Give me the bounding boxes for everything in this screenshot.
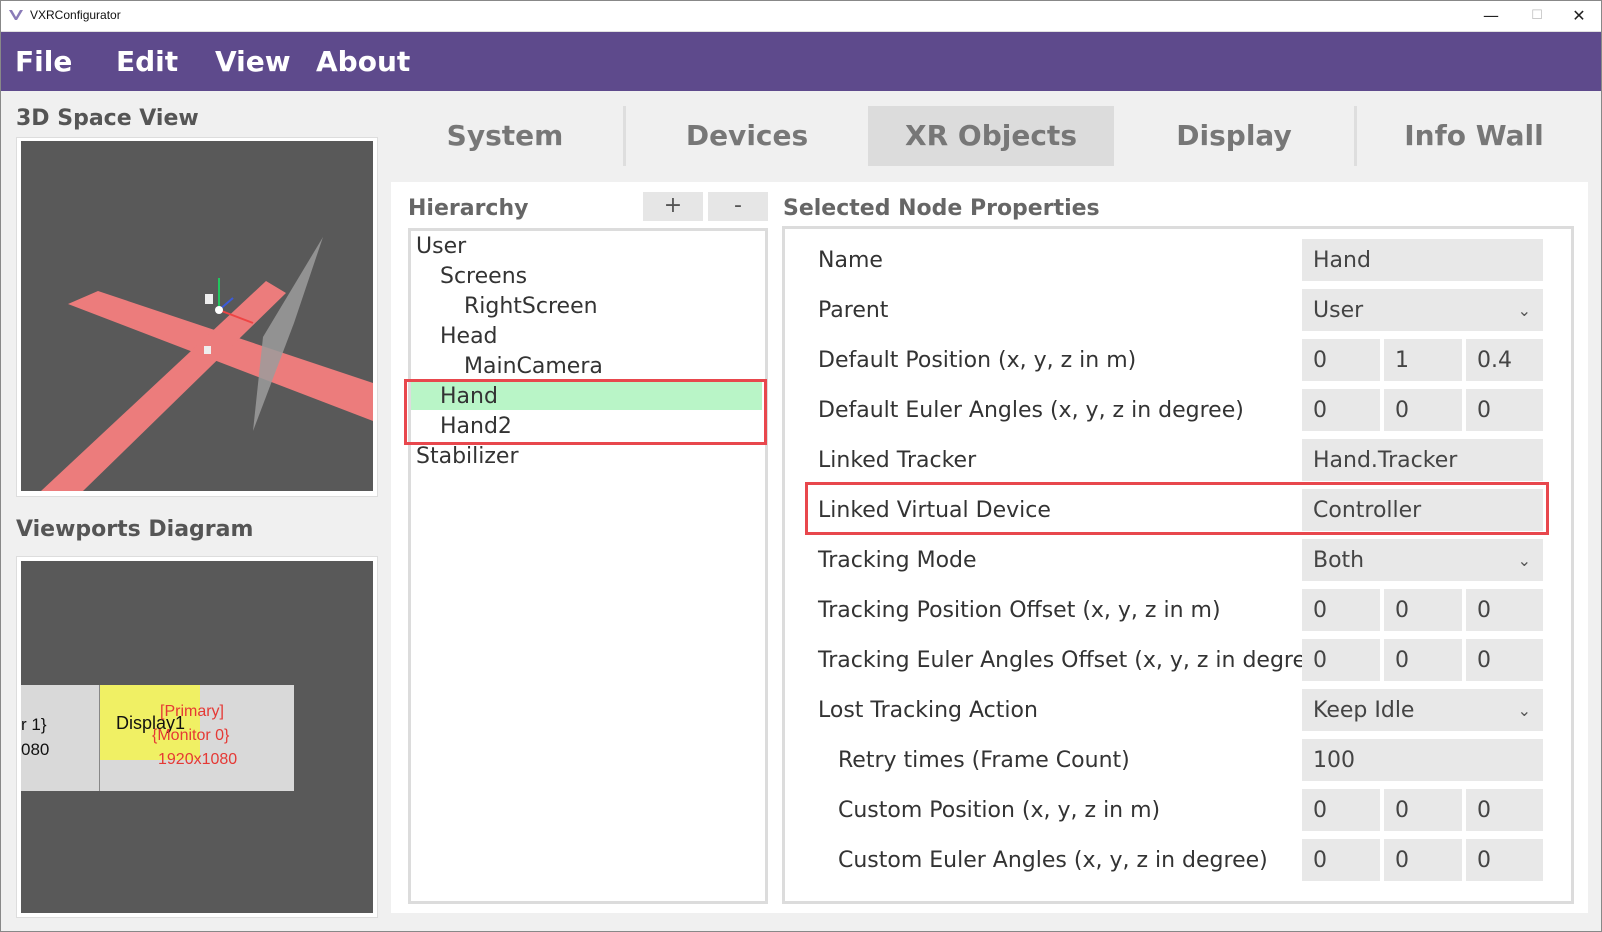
tracking-euler-offset-y[interactable]: 0 xyxy=(1384,639,1462,681)
hand-annotation-box xyxy=(404,379,767,445)
viewports-label: Viewports Diagram xyxy=(16,517,254,542)
custom-position-y[interactable]: 0 xyxy=(1384,789,1462,831)
menu-bar: File Edit View About xyxy=(0,32,1602,91)
custom-euler-z[interactable]: 0 xyxy=(1466,839,1543,881)
prop-label-custom-euler: Custom Euler Angles (x, y, z in degree) xyxy=(838,848,1268,873)
menu-file[interactable]: File xyxy=(15,45,72,78)
tab-separator xyxy=(1354,106,1357,166)
tree-item-screens[interactable]: Screens xyxy=(440,262,527,292)
chevron-down-icon: ⌄ xyxy=(1517,701,1531,720)
prop-label-parent: Parent xyxy=(818,298,889,323)
linked-tracker-field[interactable]: Hand.Tracker xyxy=(1302,439,1543,481)
tab-devices[interactable]: Devices xyxy=(628,106,866,166)
prop-label-tracking-euler-offset: Tracking Euler Angles Offset (x, y, z in… xyxy=(818,648,1329,673)
menu-about[interactable]: About xyxy=(316,45,410,78)
tree-item-stabilizer[interactable]: Stabilizer xyxy=(416,442,519,472)
screen-plane xyxy=(253,237,323,431)
tracking-mode-select[interactable]: Both ⌄ xyxy=(1302,539,1543,581)
properties-title: Selected Node Properties xyxy=(783,196,1100,221)
custom-position-x[interactable]: 0 xyxy=(1302,789,1380,831)
lost-tracking-action-select[interactable]: Keep Idle ⌄ xyxy=(1302,689,1543,731)
custom-euler-x[interactable]: 0 xyxy=(1302,839,1380,881)
display-monitor-tag: {Monitor 0} xyxy=(152,727,230,744)
tree-item-rightscreen[interactable]: RightScreen xyxy=(464,292,598,322)
prop-label-tracking-mode: Tracking Mode xyxy=(818,548,977,573)
prop-label-retry-times: Retry times (Frame Count) xyxy=(838,748,1130,773)
prop-label-default-euler: Default Euler Angles (x, y, z in degree) xyxy=(818,398,1244,423)
tab-separator xyxy=(623,106,626,166)
display-primary[interactable]: Display1 [Primary] {Monitor 0} 1920x1080 xyxy=(100,685,294,791)
display-left[interactable]: r 1} 080 xyxy=(21,685,100,791)
app-icon xyxy=(9,10,23,20)
prop-label-lost-tracking-action: Lost Tracking Action xyxy=(818,698,1038,723)
default-position-z[interactable]: 0.4 xyxy=(1466,339,1543,381)
default-euler-y[interactable]: 0 xyxy=(1384,389,1462,431)
display-left-line1: r 1} xyxy=(21,715,47,734)
viewports-canvas[interactable]: r 1} 080 Display1 [Primary] {Monitor 0} … xyxy=(21,561,373,913)
user-node-marker xyxy=(204,346,211,354)
default-position-y[interactable]: 1 xyxy=(1384,339,1462,381)
custom-position-z[interactable]: 0 xyxy=(1466,789,1543,831)
tab-display[interactable]: Display xyxy=(1116,106,1352,166)
window-title: VXRConfigurator xyxy=(30,8,121,22)
menu-edit[interactable]: Edit xyxy=(116,45,178,78)
retry-times-field[interactable]: 100 xyxy=(1302,739,1543,781)
tracking-position-offset-y[interactable]: 0 xyxy=(1384,589,1462,631)
remove-node-button[interactable]: - xyxy=(708,192,768,221)
chevron-down-icon: ⌄ xyxy=(1517,551,1531,570)
scene-graphic xyxy=(41,237,373,491)
tab-xr-objects[interactable]: XR Objects xyxy=(868,106,1114,166)
name-field[interactable]: Hand xyxy=(1302,239,1543,281)
tree-item-head[interactable]: Head xyxy=(440,322,498,352)
display-left-line2: 080 xyxy=(21,740,50,759)
add-node-button[interactable]: + xyxy=(643,192,703,221)
tab-system[interactable]: System xyxy=(392,106,618,166)
tab-info-wall[interactable]: Info Wall xyxy=(1359,106,1589,166)
tracking-euler-offset-z[interactable]: 0 xyxy=(1466,639,1543,681)
head-node-marker xyxy=(205,294,213,304)
minimize-button[interactable]: — xyxy=(1468,0,1514,31)
default-position-x[interactable]: 0 xyxy=(1302,339,1380,381)
chevron-down-icon: ⌄ xyxy=(1517,301,1531,320)
tracking-position-offset-z[interactable]: 0 xyxy=(1466,589,1543,631)
prop-label-name: Name xyxy=(818,248,883,273)
tree-item-user[interactable]: User xyxy=(416,232,466,262)
hierarchy-title: Hierarchy xyxy=(408,196,529,221)
default-euler-z[interactable]: 0 xyxy=(1466,389,1543,431)
close-button[interactable]: ✕ xyxy=(1556,0,1602,31)
prop-label-tracking-position-offset: Tracking Position Offset (x, y, z in m) xyxy=(818,598,1221,623)
prop-label-default-position: Default Position (x, y, z in m) xyxy=(818,348,1137,373)
floor-strip-z xyxy=(41,281,286,491)
display-resolution: 1920x1080 xyxy=(158,751,238,768)
space-view-canvas[interactable] xyxy=(21,141,373,491)
parent-select[interactable]: User ⌄ xyxy=(1302,289,1543,331)
prop-label-linked-tracker: Linked Tracker xyxy=(818,448,977,473)
tracking-euler-offset-x[interactable]: 0 xyxy=(1302,639,1380,681)
tracking-position-offset-x[interactable]: 0 xyxy=(1302,589,1380,631)
prop-label-custom-position: Custom Position (x, y, z in m) xyxy=(838,798,1161,823)
space-view-label: 3D Space View xyxy=(16,106,199,131)
maximize-button[interactable]: ☐ xyxy=(1514,0,1560,31)
parent-value: User xyxy=(1313,298,1364,323)
tree-item-maincamera[interactable]: MainCamera xyxy=(464,352,603,382)
menu-view[interactable]: View xyxy=(215,45,291,78)
tracking-mode-value: Both xyxy=(1313,548,1365,573)
display-primary-tag: [Primary] xyxy=(160,703,224,720)
title-bar: VXRConfigurator — ☐ ✕ xyxy=(0,0,1602,32)
lost-tracking-action-value: Keep Idle xyxy=(1313,698,1415,723)
hand-node-marker xyxy=(215,306,223,314)
virtual-device-annotation-box xyxy=(805,482,1549,535)
default-euler-x[interactable]: 0 xyxy=(1302,389,1380,431)
custom-euler-y[interactable]: 0 xyxy=(1384,839,1462,881)
